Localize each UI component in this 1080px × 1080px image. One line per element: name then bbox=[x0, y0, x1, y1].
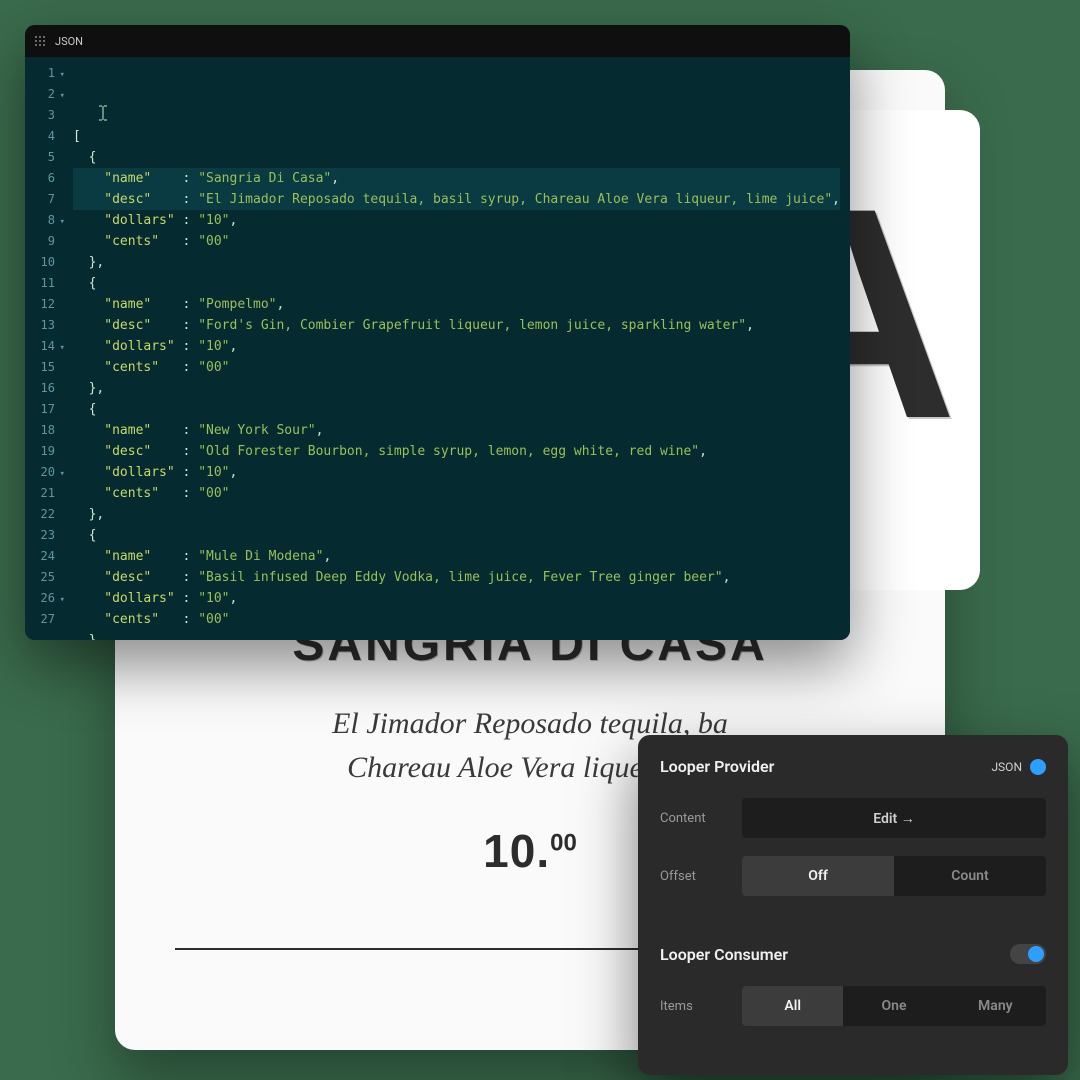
price-dot: . bbox=[536, 825, 550, 877]
offset-row: Offset Off Count bbox=[660, 856, 1046, 896]
code-gutter: 1▾2▾345678▾91011121314▾151617181920▾2122… bbox=[25, 57, 63, 640]
looper-provider-title: Looper Provider bbox=[660, 757, 774, 776]
offset-segmented: Off Count bbox=[742, 856, 1046, 896]
provider-type-toggle[interactable]: JSON bbox=[991, 759, 1046, 775]
looper-panel: Looper Provider JSON Content Edit → Offs… bbox=[638, 735, 1068, 1075]
offset-option-count[interactable]: Count bbox=[894, 856, 1046, 896]
code-editor-window: JSON 1▾2▾345678▾91011121314▾151617181920… bbox=[25, 25, 850, 640]
edit-content-button[interactable]: Edit → bbox=[742, 798, 1046, 838]
looper-consumer-header: Looper Consumer bbox=[660, 944, 1046, 964]
drag-handle-icon[interactable] bbox=[35, 36, 45, 46]
text-cursor-icon bbox=[96, 105, 110, 121]
consumer-toggle[interactable] bbox=[1010, 944, 1046, 964]
looper-provider-header: Looper Provider JSON bbox=[660, 757, 1046, 776]
items-segmented: All One Many bbox=[742, 986, 1046, 1026]
offset-label: Offset bbox=[660, 869, 742, 884]
items-option-many[interactable]: Many bbox=[945, 986, 1046, 1026]
code-tab-label: JSON bbox=[55, 35, 83, 48]
price-dollars: 10 bbox=[483, 825, 536, 877]
items-label: Items bbox=[660, 999, 742, 1014]
content-row: Content Edit → bbox=[660, 798, 1046, 838]
toggle-dot-icon bbox=[1030, 759, 1046, 775]
items-option-one[interactable]: One bbox=[843, 986, 944, 1026]
code-editor-titlebar[interactable]: JSON bbox=[25, 25, 850, 57]
provider-badge-label: JSON bbox=[991, 760, 1022, 774]
code-content[interactable]: [ { "name" : "Sangria Di Casa", "desc" :… bbox=[63, 57, 850, 640]
content-label: Content bbox=[660, 811, 742, 826]
offset-option-off[interactable]: Off bbox=[742, 856, 894, 896]
code-editor-body[interactable]: 1▾2▾345678▾91011121314▾151617181920▾2122… bbox=[25, 57, 850, 640]
price-cents: 00 bbox=[550, 830, 577, 857]
looper-consumer-title: Looper Consumer bbox=[660, 945, 788, 964]
items-option-all[interactable]: All bbox=[742, 986, 843, 1026]
items-row: Items All One Many bbox=[660, 986, 1046, 1026]
